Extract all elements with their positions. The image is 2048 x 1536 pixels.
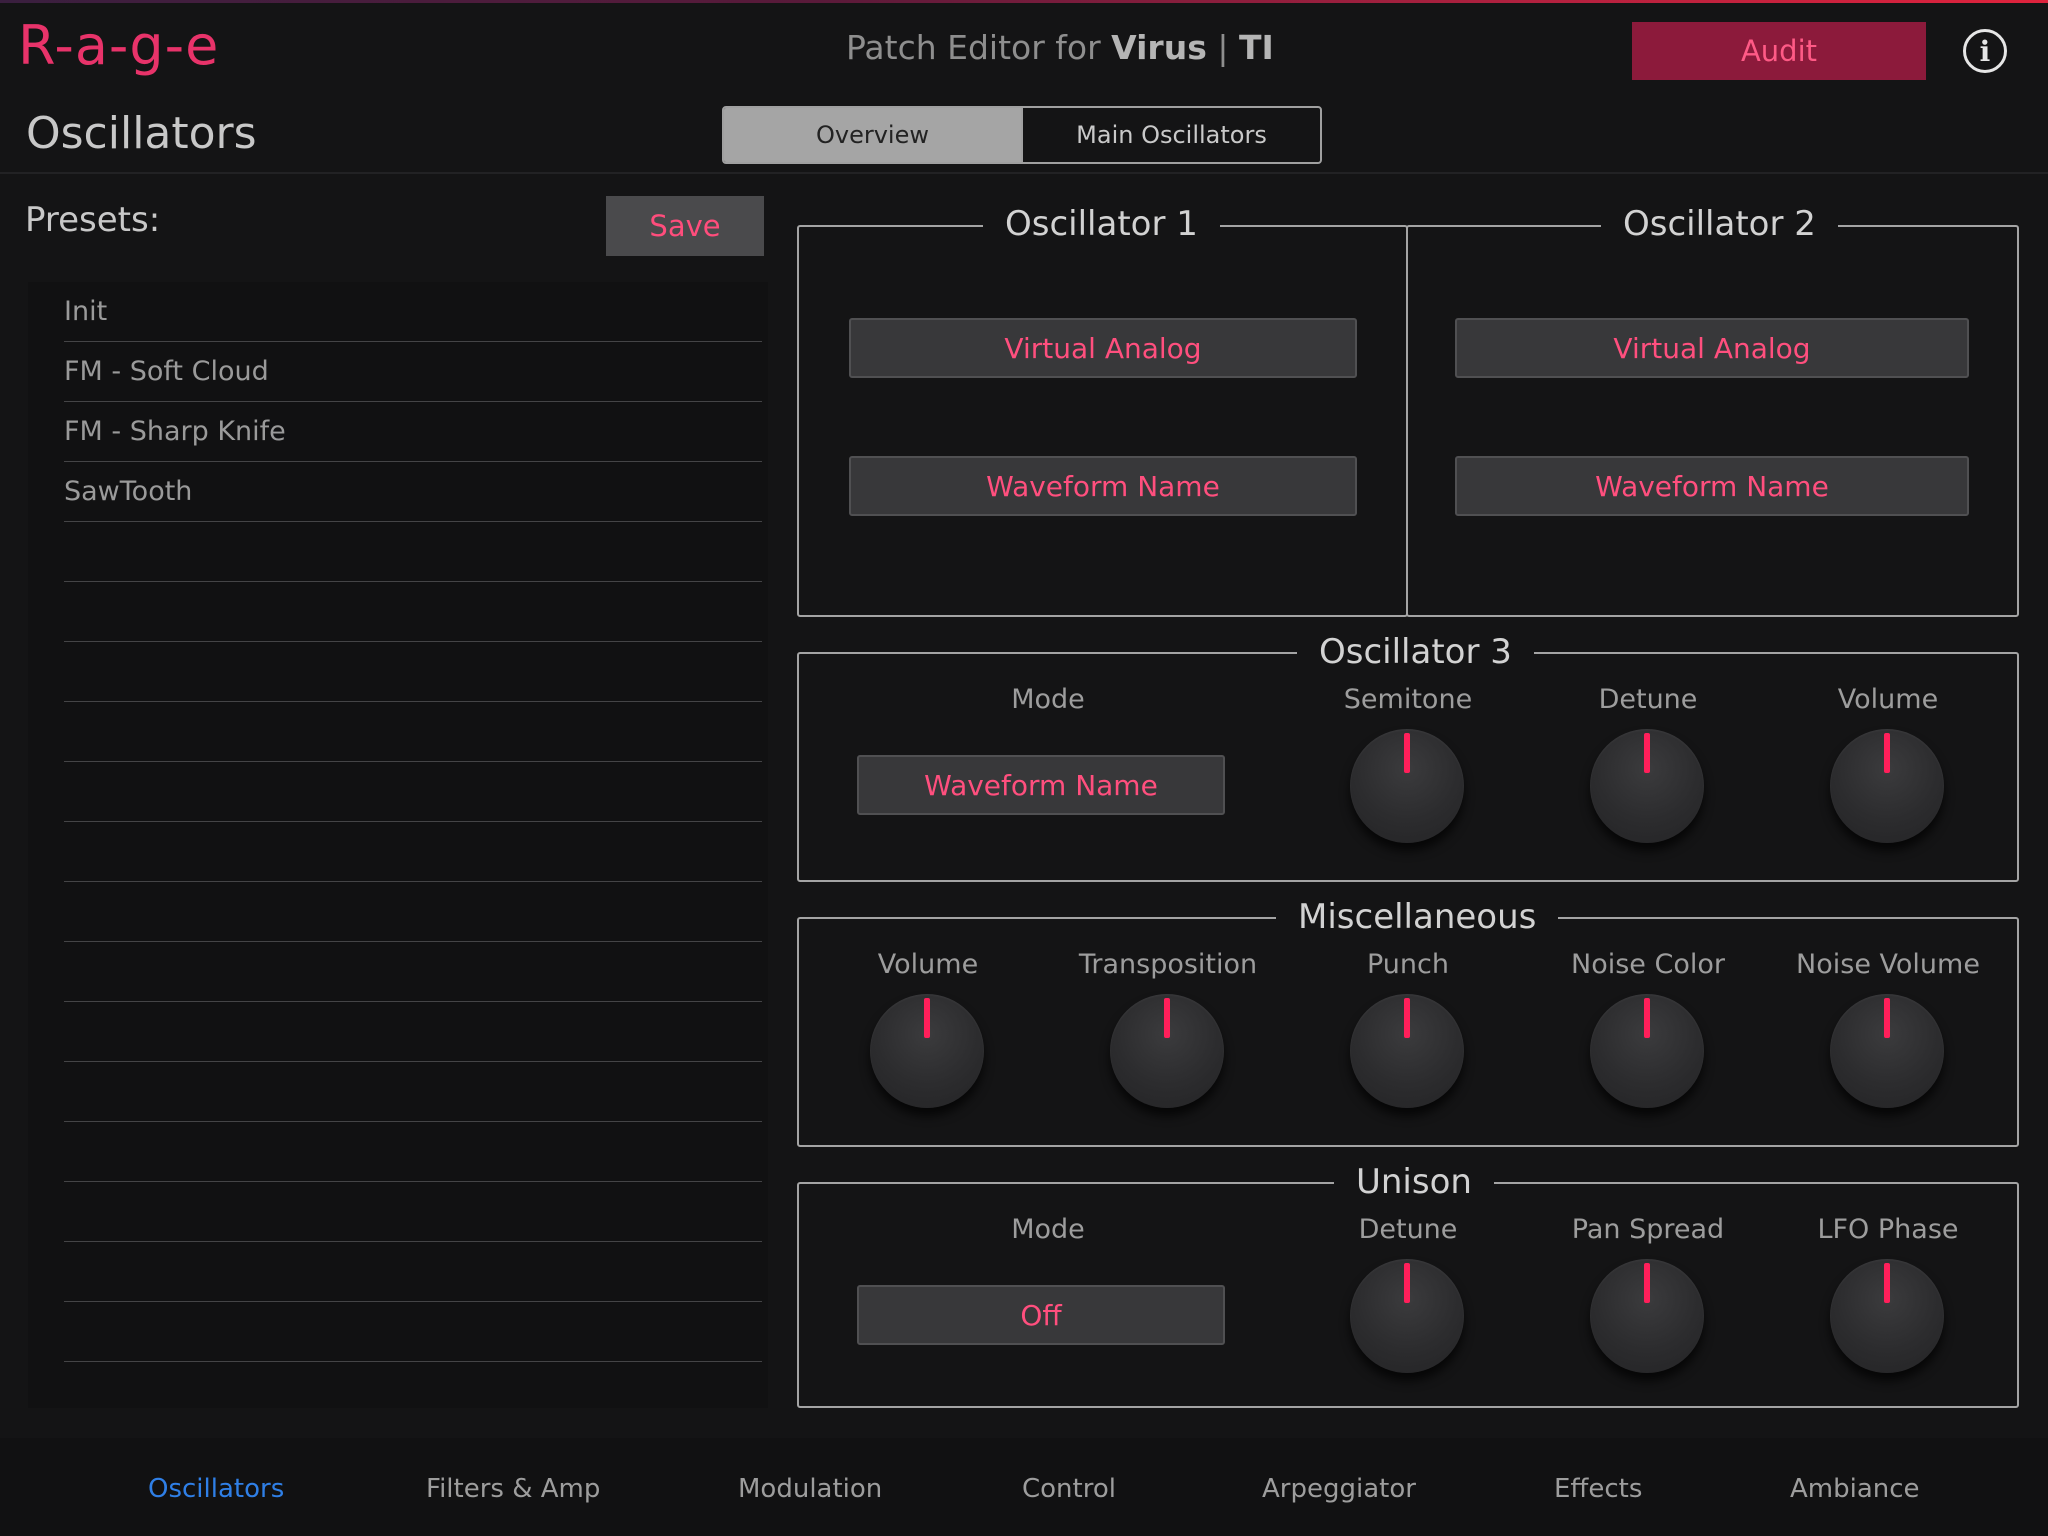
info-icon[interactable]: i [1963,29,2007,73]
knob-pointer [1404,1263,1410,1303]
unison-detune-knob[interactable] [1350,1259,1464,1373]
knob-pointer [1884,998,1890,1038]
header-divider [0,172,2048,174]
preset-item[interactable] [64,642,762,702]
knob-pointer [1644,1263,1650,1303]
presets-label: Presets: [25,200,161,240]
preset-item[interactable] [64,1242,762,1302]
osc3-semitone-knob[interactable] [1350,729,1464,843]
knob-pointer [1644,733,1650,773]
preset-item[interactable] [64,822,762,882]
app-title-model: TI [1238,28,1274,67]
segment-main-oscillators[interactable]: Main Oscillators [1021,108,1320,162]
preset-item[interactable] [64,1182,762,1242]
unison-pan-spread-label: Pan Spread [1571,1214,1725,1245]
preset-item[interactable]: SawTooth [64,462,762,522]
audit-button[interactable]: Audit [1632,22,1926,80]
tab-control[interactable]: Control [1022,1474,1116,1504]
app-title-prefix: Patch Editor for [846,28,1112,67]
misc-volume-label: Volume [877,949,979,980]
oscillator-2-title: Oscillator 2 [1601,204,1838,244]
top-accent-line [0,0,2048,3]
preset-item[interactable] [64,1302,762,1362]
preset-item[interactable] [64,882,762,942]
tab-ambiance[interactable]: Ambiance [1790,1474,1920,1504]
misc-punch-knob[interactable] [1350,994,1464,1108]
view-segmented-control: Overview Main Oscillators [722,106,1322,164]
tab-modulation[interactable]: Modulation [738,1474,882,1504]
app-title: Patch Editor for Virus | TI [846,28,1274,67]
oscillator-3-title: Oscillator 3 [1297,632,1534,672]
app-title-separator: | [1206,28,1239,67]
knob-pointer [1884,1263,1890,1303]
knob-pointer [1164,998,1170,1038]
osc3-volume-knob[interactable] [1830,729,1944,843]
misc-transposition-label: Transposition [1078,949,1258,980]
osc3-detune-label: Detune [1598,684,1698,715]
app-logo: R-a-g-e [18,14,220,77]
preset-item[interactable]: Init [64,282,762,342]
page-title: Oscillators [26,108,257,159]
preset-item[interactable]: FM - Sharp Knife [64,402,762,462]
knob-pointer [1404,733,1410,773]
oscillator-1-title: Oscillator 1 [983,204,1220,244]
knob-pointer [1644,998,1650,1038]
misc-punch-label: Punch [1367,949,1449,980]
osc2-model-select[interactable]: Virtual Analog [1455,318,1969,378]
preset-item[interactable]: FM - Soft Cloud [64,342,762,402]
app-title-brand: Virus [1111,28,1207,67]
miscellaneous-title: Miscellaneous [1276,897,1559,937]
oscillator-1-group [797,225,1408,617]
osc3-volume-label: Volume [1837,684,1939,715]
misc-noise-volume-knob[interactable] [1830,994,1944,1108]
knob-pointer [924,998,930,1038]
preset-item[interactable] [64,1002,762,1062]
osc3-detune-knob[interactable] [1590,729,1704,843]
unison-mode-label: Mode [1011,1214,1085,1245]
misc-noise-volume-label: Noise Volume [1796,949,1980,980]
save-preset-button[interactable]: Save [606,196,764,256]
oscillator-2-group [1406,225,2019,617]
tab-arpeggiator[interactable]: Arpeggiator [1262,1474,1416,1504]
tab-filters-amp[interactable]: Filters & Amp [426,1474,600,1504]
unison-pan-spread-knob[interactable] [1590,1259,1704,1373]
segment-overview[interactable]: Overview [724,108,1021,162]
preset-item[interactable] [64,762,762,822]
unison-mode-select[interactable]: Off [857,1285,1225,1345]
misc-volume-knob[interactable] [870,994,984,1108]
unison-detune-label: Detune [1358,1214,1458,1245]
unison-lfo-phase-label: LFO Phase [1817,1214,1959,1245]
tab-oscillators[interactable]: Oscillators [148,1474,284,1504]
misc-noise-color-label: Noise Color [1571,949,1725,980]
knob-pointer [1884,733,1890,773]
preset-item[interactable] [64,582,762,642]
preset-item[interactable] [64,702,762,762]
osc3-mode-select[interactable]: Waveform Name [857,755,1225,815]
tab-effects[interactable]: Effects [1554,1474,1642,1504]
preset-item[interactable] [64,942,762,1002]
unison-lfo-phase-knob[interactable] [1830,1259,1944,1373]
preset-item[interactable] [64,522,762,582]
osc1-waveform-select[interactable]: Waveform Name [849,456,1357,516]
preset-item[interactable] [64,1122,762,1182]
knob-pointer [1404,998,1410,1038]
osc1-model-select[interactable]: Virtual Analog [849,318,1357,378]
preset-item[interactable] [64,1062,762,1122]
osc3-mode-label: Mode [1011,684,1085,715]
osc2-waveform-select[interactable]: Waveform Name [1455,456,1969,516]
unison-title: Unison [1334,1162,1494,1202]
misc-noise-color-knob[interactable] [1590,994,1704,1108]
osc3-semitone-label: Semitone [1343,684,1473,715]
misc-transposition-knob[interactable] [1110,994,1224,1108]
preset-list: Init FM - Soft Cloud FM - Sharp Knife Sa… [28,282,768,1408]
